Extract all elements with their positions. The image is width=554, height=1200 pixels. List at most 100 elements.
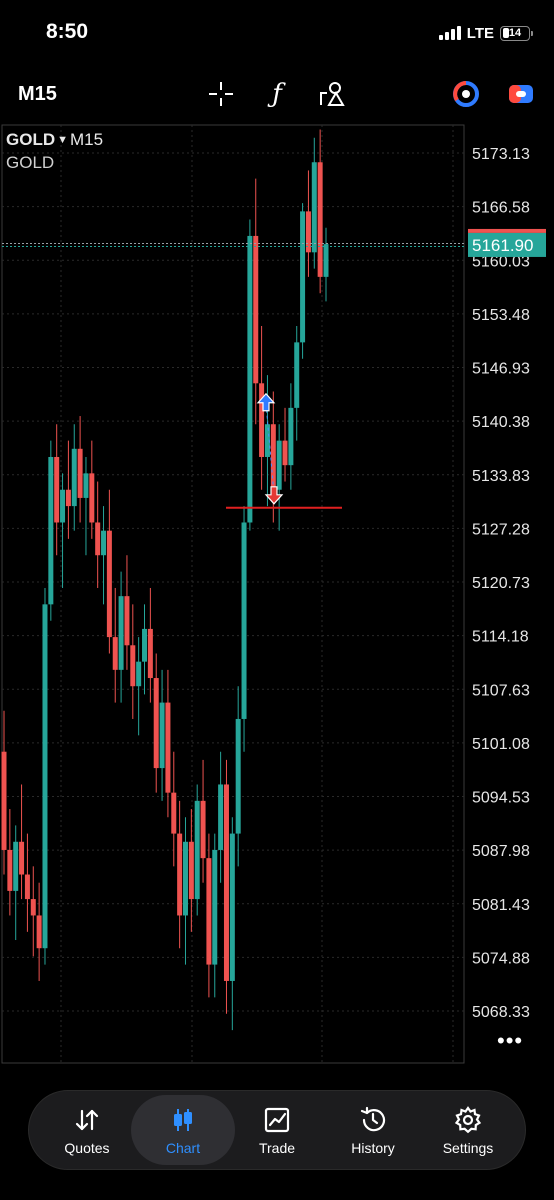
trade-icon bbox=[261, 1104, 293, 1136]
candle-body bbox=[36, 915, 42, 949]
objects-icon[interactable] bbox=[316, 78, 348, 110]
candle-body bbox=[42, 604, 48, 949]
price-axis-label: 5081.43 bbox=[472, 897, 530, 914]
settings-icon bbox=[452, 1104, 484, 1136]
timeframe-button[interactable]: M15 bbox=[18, 83, 57, 106]
battery-level: 14 bbox=[508, 27, 522, 39]
candle-body bbox=[171, 792, 177, 834]
quotes-icon bbox=[71, 1104, 103, 1136]
candle-body bbox=[229, 833, 235, 981]
candle-body bbox=[276, 440, 282, 490]
candle-body bbox=[48, 456, 54, 605]
candle-body bbox=[147, 628, 153, 679]
candle-body bbox=[71, 448, 77, 507]
candle-body bbox=[7, 849, 13, 891]
price-axis-label: 5173.13 bbox=[472, 146, 530, 163]
candle-body bbox=[294, 342, 300, 408]
candle-body bbox=[95, 522, 101, 556]
candle-body bbox=[153, 678, 159, 769]
price-axis-label: 5166.58 bbox=[472, 200, 530, 217]
chart-icon bbox=[167, 1104, 199, 1136]
price-axis-label: 5140.38 bbox=[472, 414, 530, 431]
candle-body bbox=[77, 448, 83, 498]
candle-body bbox=[19, 841, 25, 875]
bottom-navigation: Quotes Chart Trade History Settings bbox=[28, 1090, 526, 1170]
candle-body bbox=[124, 596, 130, 646]
candle-body bbox=[142, 628, 148, 662]
price-axis-label: 5120.73 bbox=[472, 575, 530, 592]
nav-settings[interactable]: Settings bbox=[420, 1091, 516, 1169]
price-chart[interactable]: 5173.13 5166.58 5160.03 5153.48 5146.93 5140.… bbox=[0, 123, 554, 1088]
chart-symbol-header[interactable]: GOLD ▼ M15 bbox=[6, 130, 103, 150]
price-axis-label: 5114.18 bbox=[472, 629, 529, 646]
candle-body bbox=[118, 596, 124, 670]
bid-price-label: 5161.90 bbox=[472, 236, 533, 255]
candle-body bbox=[311, 162, 317, 253]
price-axis-label: 5074.88 bbox=[472, 950, 530, 967]
price-axis-label: 5087.98 bbox=[472, 843, 530, 860]
candle-body bbox=[65, 489, 71, 507]
candle-body bbox=[270, 424, 276, 490]
candle-body bbox=[60, 489, 66, 523]
price-axis-label: 5068.33 bbox=[472, 1004, 530, 1021]
candle-body bbox=[259, 383, 265, 457]
chart-canvas[interactable]: 5173.135166.585160.035153.485146.935140.… bbox=[0, 123, 554, 1088]
chart-symbol: GOLD bbox=[6, 130, 56, 149]
candle-body bbox=[300, 211, 306, 343]
history-icon bbox=[357, 1104, 389, 1136]
candle-body bbox=[323, 244, 329, 277]
candle-body bbox=[89, 473, 95, 523]
crosshair-icon[interactable] bbox=[205, 78, 237, 110]
candle-body bbox=[13, 841, 19, 891]
chevron-down-icon: ▼ bbox=[57, 134, 68, 146]
candle-body bbox=[253, 235, 259, 384]
candle-body bbox=[54, 456, 60, 523]
network-type: LTE bbox=[466, 24, 494, 42]
candle-body bbox=[206, 858, 212, 965]
price-axis-label: 5101.08 bbox=[472, 736, 530, 753]
candle-body bbox=[317, 162, 323, 277]
candle-body bbox=[177, 833, 183, 916]
candle-body bbox=[212, 849, 218, 965]
candle-body bbox=[241, 522, 247, 719]
signal-icon[interactable] bbox=[450, 78, 482, 110]
chart-toolbar: M15 ƒ bbox=[0, 70, 554, 118]
candle-body bbox=[235, 718, 241, 834]
chart-description: GOLD bbox=[6, 153, 55, 172]
candle-body bbox=[200, 800, 206, 859]
price-axis-label: 5133.83 bbox=[472, 468, 530, 485]
candle-body bbox=[30, 899, 36, 916]
account-switch-icon[interactable] bbox=[505, 78, 537, 110]
price-axis-label: 5127.28 bbox=[472, 521, 530, 538]
candle-body bbox=[247, 235, 253, 523]
candle-body bbox=[194, 800, 200, 900]
ask-marker bbox=[468, 228, 546, 233]
candle-body bbox=[188, 841, 194, 900]
cellular-signal-icon bbox=[438, 26, 461, 40]
chart-timeframe: M15 bbox=[70, 130, 104, 149]
candle-body bbox=[282, 440, 288, 466]
indicators-icon[interactable]: ƒ bbox=[261, 78, 293, 110]
candle-body bbox=[24, 874, 30, 900]
nav-trade[interactable]: Trade bbox=[229, 1091, 325, 1169]
candle-body bbox=[106, 530, 112, 638]
price-axis-label: 5107.63 bbox=[472, 682, 530, 699]
more-options-icon[interactable]: ••• bbox=[497, 1028, 523, 1054]
candle-body bbox=[218, 784, 224, 850]
status-indicators: LTE 14 bbox=[438, 24, 533, 42]
nav-chart[interactable]: Chart bbox=[131, 1095, 235, 1165]
candle-body bbox=[130, 645, 136, 687]
price-axis-label: 5146.93 bbox=[472, 361, 530, 378]
nav-quotes[interactable]: Quotes bbox=[39, 1091, 135, 1169]
candle-body bbox=[136, 661, 142, 687]
candle-body bbox=[112, 637, 118, 670]
candle-body bbox=[1, 751, 7, 850]
candle-body bbox=[288, 407, 294, 466]
candle-body bbox=[101, 530, 107, 556]
nav-history[interactable]: History bbox=[325, 1091, 421, 1169]
price-axis-label: 5094.53 bbox=[472, 790, 530, 807]
candle-body bbox=[182, 841, 188, 916]
candle-body bbox=[159, 702, 165, 769]
status-time: 8:50 bbox=[46, 20, 89, 43]
price-axis-label: 5153.48 bbox=[472, 307, 530, 324]
